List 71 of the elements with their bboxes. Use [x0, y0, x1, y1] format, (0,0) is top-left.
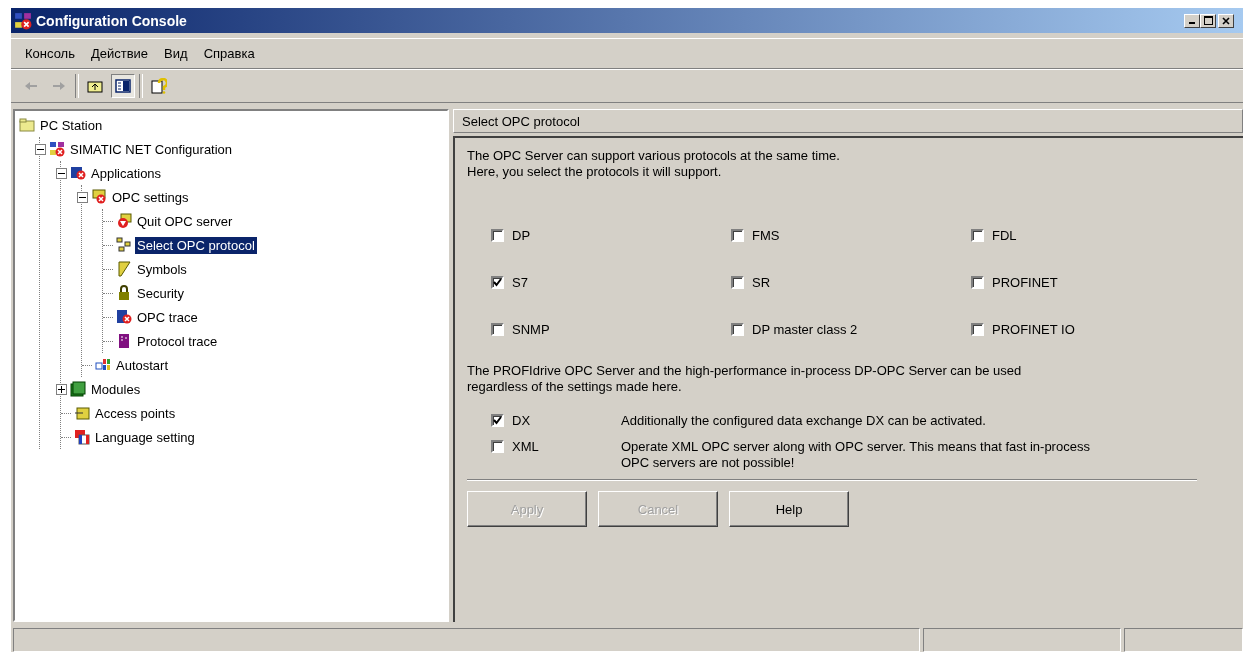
checkbox-label[interactable]: DP	[512, 228, 531, 243]
collapse-icon[interactable]	[35, 143, 46, 155]
menu-item[interactable]: Справка	[195, 46, 263, 61]
menu-item[interactable]: Вид	[156, 46, 196, 61]
note-text: The PROFIdrive OPC Server and the high-performance in-process DP-OPC Server can be used regardless of the settings made here.	[467, 363, 1023, 395]
tree-toggle-button[interactable]	[111, 74, 135, 98]
checkbox-label[interactable]: DX	[512, 413, 531, 428]
tree-item[interactable]: Protocol trace	[135, 332, 220, 350]
tree-item[interactable]: Autostart	[114, 356, 171, 374]
checkbox[interactable]	[491, 440, 504, 453]
close-button[interactable]	[1218, 13, 1234, 28]
tree-item[interactable]: Access points	[93, 404, 178, 422]
document-icon	[116, 309, 132, 325]
option-description: Additionally the configured data exchange DX can be activated.	[621, 413, 986, 429]
tree-item[interactable]: Quit OPC server	[135, 212, 235, 230]
panel-header: Select OPC protocol	[453, 109, 1243, 133]
lock-icon	[116, 285, 132, 301]
minimize-icon	[1189, 22, 1195, 24]
menu-item[interactable]: Действие	[82, 46, 157, 61]
checkbox-label[interactable]: PROFINET IO	[992, 322, 1075, 337]
checkbox[interactable]	[491, 414, 504, 427]
checkbox[interactable]	[731, 276, 744, 289]
checkbox[interactable]	[731, 323, 744, 336]
checkbox[interactable]	[731, 229, 744, 242]
checkbox-label[interactable]: XML	[512, 439, 539, 454]
folder-up-icon	[87, 78, 103, 94]
help-button[interactable]: Help	[729, 491, 849, 527]
checkbox[interactable]	[971, 323, 984, 336]
option-description: Operate XML OPC server along with OPC server. This means that fast in-process OPC servers are not possible!	[621, 439, 1090, 471]
checkbox[interactable]	[491, 229, 504, 242]
checkbox-label[interactable]: DP master class 2	[752, 322, 858, 337]
maximize-icon	[1203, 16, 1213, 25]
minimize-button[interactable]	[1184, 13, 1200, 28]
tree-item[interactable]: Select OPC protocol	[135, 236, 257, 254]
tree-item[interactable]: Language setting	[93, 428, 197, 446]
window-title: Configuration Console	[36, 12, 188, 29]
checkbox-label[interactable]: PROFINET	[992, 275, 1058, 290]
tree-item[interactable]: Applications	[89, 164, 164, 182]
folder-icon	[19, 117, 35, 133]
tree-item[interactable]: Security	[135, 284, 186, 302]
checkbox-label[interactable]: FMS	[752, 228, 780, 243]
tree-item[interactable]: Modules	[89, 380, 143, 398]
collapse-icon[interactable]	[56, 167, 67, 179]
tree-item[interactable]: PC Station	[38, 116, 105, 134]
stop-icon	[116, 213, 132, 229]
app-icon	[14, 11, 32, 30]
intro-text: The OPC Server can support various protocols at the same time. Here, you select the protocols it will support.	[467, 148, 841, 180]
checkbox[interactable]	[491, 323, 504, 336]
tree-item[interactable]: OPC trace	[135, 308, 200, 326]
panel-icon	[115, 78, 131, 94]
checkbox-label[interactable]: SNMP	[512, 322, 550, 337]
expand-icon[interactable]	[56, 383, 67, 395]
close-icon	[1222, 16, 1230, 25]
flag-icon	[116, 261, 132, 277]
checkbox-label[interactable]: S7	[512, 275, 528, 290]
checkbox[interactable]	[491, 276, 504, 289]
board-icon	[70, 381, 86, 397]
tree-item[interactable]: Symbols	[135, 260, 189, 278]
checkbox-label[interactable]: FDL	[992, 228, 1017, 243]
help-icon	[151, 78, 167, 94]
maximize-button[interactable]	[1200, 13, 1216, 28]
checkbox-label[interactable]: SR	[752, 275, 771, 290]
checkbox[interactable]	[971, 229, 984, 242]
menu-item[interactable]: Консоль	[17, 46, 83, 61]
collapse-icon[interactable]	[77, 191, 88, 203]
blocks-icon	[116, 237, 132, 253]
flag-icon	[74, 429, 90, 445]
checkbox[interactable]	[971, 276, 984, 289]
document-icon	[116, 333, 132, 349]
tree-item[interactable]: OPC settings	[110, 188, 191, 206]
tree-item[interactable]: SIMATIC NET Configuration	[68, 140, 235, 158]
